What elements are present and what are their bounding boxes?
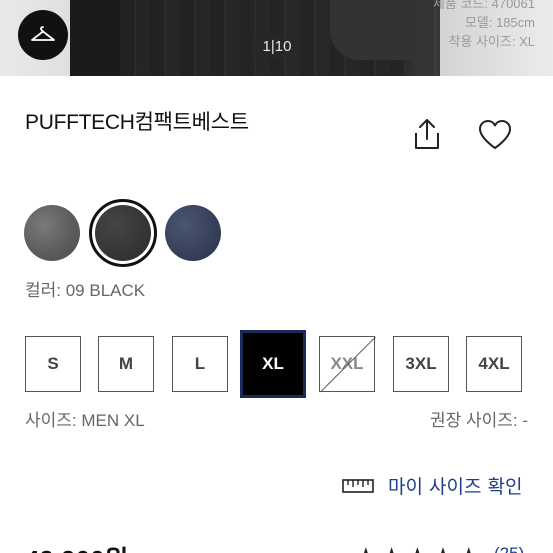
selected-size-label: 사이즈: MEN XL: [25, 411, 145, 430]
rating-stars: ★★★★★: [356, 544, 485, 553]
review-count-link[interactable]: (25): [494, 544, 524, 553]
share-button[interactable]: [410, 117, 444, 153]
product-code-text: 제품 코드: 470061: [432, 0, 535, 11]
wishlist-button[interactable]: [476, 118, 514, 152]
selected-color-label: 컬러: 09 BLACK: [25, 281, 146, 300]
image-shape: [330, 0, 420, 60]
product-title: PUFFTECH컴팩트베스트: [25, 111, 249, 134]
ruler-icon: [342, 478, 374, 493]
my-size-check-link[interactable]: 마이 사이즈 확인: [342, 472, 522, 499]
hanger-button[interactable]: [18, 10, 68, 60]
share-icon: [415, 119, 439, 149]
color-swatch-gray[interactable]: [24, 205, 80, 261]
size-option-3xl[interactable]: 3XL: [393, 336, 449, 392]
size-option-m[interactable]: M: [98, 336, 154, 392]
hanger-icon: [31, 26, 55, 41]
product-price: 49,900원: [25, 540, 128, 553]
model-size-text: 착용 사이즈: XL: [448, 34, 535, 49]
size-option-s[interactable]: S: [25, 336, 81, 392]
model-height-text: 모델: 185cm: [464, 15, 535, 30]
size-option-4xl[interactable]: 4XL: [466, 336, 522, 392]
size-option-xl[interactable]: XL: [240, 330, 306, 398]
image-counter: 1|10: [251, 35, 303, 59]
color-swatch-black[interactable]: [95, 205, 151, 261]
size-option-l[interactable]: L: [172, 336, 228, 392]
my-size-check-label: 마이 사이즈 확인: [388, 476, 523, 498]
size-option-xxl[interactable]: XXL: [319, 336, 375, 392]
recommended-size-label: 권장 사이즈: -: [429, 411, 528, 430]
model-info: 제품 코드: 470061 모델: 185cm 착용 사이즈: XL: [433, 0, 535, 51]
heart-icon: [479, 120, 511, 149]
color-swatch-navy[interactable]: [165, 205, 221, 261]
